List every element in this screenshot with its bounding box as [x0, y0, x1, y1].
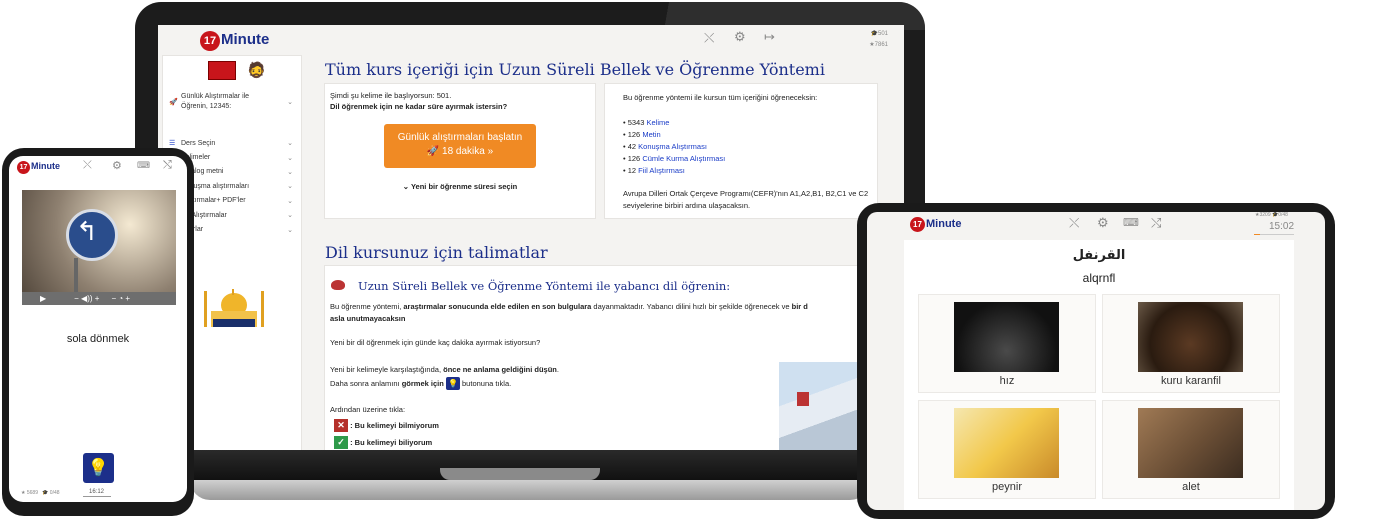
graduation-cap-icon: 🎓 — [42, 490, 49, 496]
video-controls: ▶ − ◀)) + − ◔ + — [22, 292, 176, 305]
start-daily-button[interactable]: Günlük alıştırmaları başlatın 🚀 18 dakik… — [384, 124, 536, 168]
timer: 16:12 — [89, 489, 105, 495]
logo[interactable]: 17 Minute — [910, 217, 961, 232]
cheese-photo — [954, 408, 1059, 478]
cross-icon: ✕ — [334, 419, 348, 432]
instructions-title: Dil kursunuz için talimatlar — [325, 243, 548, 262]
instructions-p5: Ardından üzerine tıkla: — [330, 405, 406, 414]
header-stats: 🎓501 ★7861 — [869, 31, 888, 48]
play-icon[interactable]: ▶ — [40, 294, 46, 303]
logo[interactable]: 17 Minute — [200, 31, 269, 51]
answer-option[interactable]: hız — [918, 294, 1096, 393]
no-translation-icon[interactable]: ⤬ — [1069, 215, 1079, 231]
timer-progress — [1254, 234, 1260, 235]
tools-photo — [1138, 408, 1243, 478]
laptop-notch — [440, 468, 600, 480]
sidebar-item-daily[interactable]: 🚀 Günlük Alıştırmalar ile Öğrenin, 12345… — [169, 92, 293, 112]
video-player[interactable]: ↰ ▶ − ◀)) + − ◔ + — [22, 190, 176, 305]
instructions-p2: Yeni bir dil öğrenmek için günde kaç dak… — [330, 338, 541, 347]
instructions-p3: Yeni bir kelimeyle karşılaştığında, önce… — [330, 365, 559, 390]
turn-left-sign: ↰ — [66, 209, 118, 261]
flag-icon[interactable] — [208, 61, 236, 80]
lightbulb-icon: 💡 — [445, 377, 460, 390]
gear-icon[interactable]: ⚙ — [112, 159, 122, 172]
graduation-cap-icon: 🎓 — [870, 31, 878, 37]
page-title: Tüm kurs içeriği için Uzun Süreli Bellek… — [325, 60, 825, 79]
shuffle-icon[interactable]: ⤭ — [1151, 215, 1161, 231]
tablet-stats: ★3209 🎓0/48 — [1255, 212, 1288, 218]
question-transliteration: alqrnfl — [1082, 271, 1116, 285]
rocket-icon: 🚀 — [169, 99, 178, 106]
keyboard-icon[interactable]: ⌨ — [137, 160, 150, 171]
question-arabic: القرنفل — [1072, 248, 1126, 263]
instructions-heading: Uzun Süreli Bellek ve Öğrenme Yöntemi il… — [358, 279, 731, 293]
timer-track — [1254, 234, 1294, 235]
list-item: • 42 Konuşma Alıştırması — [623, 142, 707, 151]
answer-option[interactable]: peynir — [918, 400, 1096, 499]
cloves-photo — [1138, 302, 1243, 372]
chevron-down-icon: ⌄ — [287, 183, 293, 191]
cefr-text: Avrupa Dilleri Ortak Çerçeve Programı(CE… — [623, 189, 869, 210]
chevron-down-icon: ⌄ — [287, 226, 293, 234]
speed-control[interactable]: − ◔ + — [111, 294, 130, 303]
choose-time-link[interactable]: ⌄ Yeni bir öğrenme süresi seçin — [325, 182, 595, 191]
phone-stats: ★ 5689 🎓 0/48 — [21, 490, 60, 496]
timer: 15:02 — [1269, 221, 1295, 232]
list-item: • 126 Metin — [623, 130, 661, 139]
list-icon: ☰ — [169, 140, 176, 148]
chevron-down-icon: ⌄ — [287, 140, 293, 148]
reveal-lightbulb-button[interactable]: 💡 — [83, 453, 114, 483]
brain-icon — [331, 280, 345, 290]
instructions-card: Uzun Süreli Bellek ve Öğrenme Yöntemi il… — [324, 265, 904, 450]
quiz-panel: القرنفل alqrnfl hız kuru karanfil peynir… — [904, 240, 1294, 510]
laptop-screen: 17 Minute ⤬ ⚙ ↦ 🎓501 ★7861 🧔 🚀 Günlük Alı… — [158, 25, 904, 450]
laptop-foot — [190, 480, 870, 500]
chevron-down-icon: ⌄ — [287, 197, 293, 205]
start-card: Şimdi şu kelime ile başlıyorsun: 501. Di… — [324, 83, 596, 219]
speedometer-photo — [954, 302, 1059, 372]
street-photo — [779, 362, 869, 450]
list-item: • 5343 Kelime — [623, 118, 670, 127]
logout-icon[interactable]: ↦ — [764, 29, 775, 45]
list-item: • 126 Cümle Kurma Alıştırması — [623, 154, 726, 163]
list-item: • 12 Fiil Alıştırması — [623, 166, 685, 175]
word-label: sola dönmek — [66, 333, 130, 345]
chevron-down-icon: ⌄ — [287, 99, 293, 106]
mosque-illustration — [204, 289, 264, 327]
shuffle-icon[interactable]: ⤭ — [163, 159, 172, 172]
tablet-screen: 17 Minute ⤬ ⚙ ⌨ ⤭ ★3209 🎓0/48 15:02 القرن… — [867, 212, 1325, 510]
avatar[interactable]: 🧔 — [247, 61, 266, 79]
chevron-down-icon: ⌄ — [287, 168, 293, 176]
volume-control[interactable]: − ◀)) + — [74, 294, 99, 303]
logo[interactable]: 17 Minute — [17, 161, 60, 174]
timer-progress — [83, 496, 111, 497]
answer-option[interactable]: alet — [1102, 400, 1280, 499]
keyboard-icon[interactable]: ⌨ — [1123, 216, 1139, 229]
chevron-down-icon: ⌄ — [287, 154, 293, 162]
answer-legend: ✕ : Bu kelimeyi bilmiyorum ✓ : Bu kelime… — [334, 417, 439, 450]
sidebar-item-lessons[interactable]: ☰ Ders Seçin ⌄ — [169, 136, 293, 150]
content-intro: Bu öğrenme yöntemi ile kursun tüm içeriğ… — [623, 93, 818, 102]
no-translation-icon[interactable]: ⤬ — [83, 159, 92, 172]
star-icon: ★ — [21, 490, 26, 496]
start-text: Şimdi şu kelime ile başlıyorsun: 501. Di… — [330, 91, 508, 111]
instructions-p1: Bu öğrenme yöntemi, araştırmalar sonucun… — [330, 302, 808, 323]
chevron-down-icon: ⌄ — [287, 212, 293, 220]
no-translation-icon[interactable]: ⤬ — [704, 30, 714, 46]
answer-option[interactable]: kuru karanfil — [1102, 294, 1280, 393]
content-list: • 5343 Kelime • 126 Metin • 42 Konuşma A… — [623, 117, 725, 177]
gear-icon[interactable]: ⚙ — [1097, 215, 1109, 231]
check-icon: ✓ — [334, 436, 348, 449]
content-card: Bu öğrenme yöntemi ile kursun tüm içeriğ… — [604, 83, 878, 219]
gear-icon[interactable]: ⚙ — [734, 29, 746, 45]
phone-screen: 17 Minute ⤬ ⚙ ⌨ ⤭ ↰ ▶ − ◀)) + − ◔ + sola … — [9, 156, 187, 502]
